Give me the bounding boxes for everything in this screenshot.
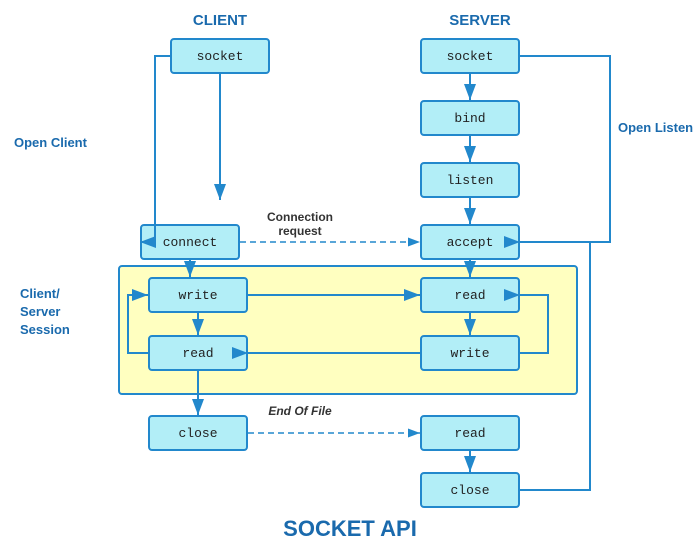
accept-box: accept [420,224,520,260]
open-listen-label: Open Listen [618,120,693,135]
page-title: SOCKET API [283,516,417,542]
server-read2-box: read [420,415,520,451]
bind-box: bind [420,100,520,136]
connection-request-label: Connectionrequest [235,210,365,238]
client-close-box: close [148,415,248,451]
server-write-box: write [420,335,520,371]
diagram-container: CLIENT SERVER Client/ServerSession Open … [0,0,700,550]
client-write-box: write [148,277,248,313]
client-read-box: read [148,335,248,371]
server-read-box: read [420,277,520,313]
client-socket-box: socket [170,38,270,74]
open-client-label: Open Client [14,135,87,150]
end-of-file-label: End Of File [240,404,360,418]
server-header: SERVER [420,12,540,29]
connect-box: connect [140,224,240,260]
server-socket-box: socket [420,38,520,74]
listen-box: listen [420,162,520,198]
session-label: Client/ServerSession [20,285,70,340]
server-close-box: close [420,472,520,508]
client-header: CLIENT [160,12,280,29]
